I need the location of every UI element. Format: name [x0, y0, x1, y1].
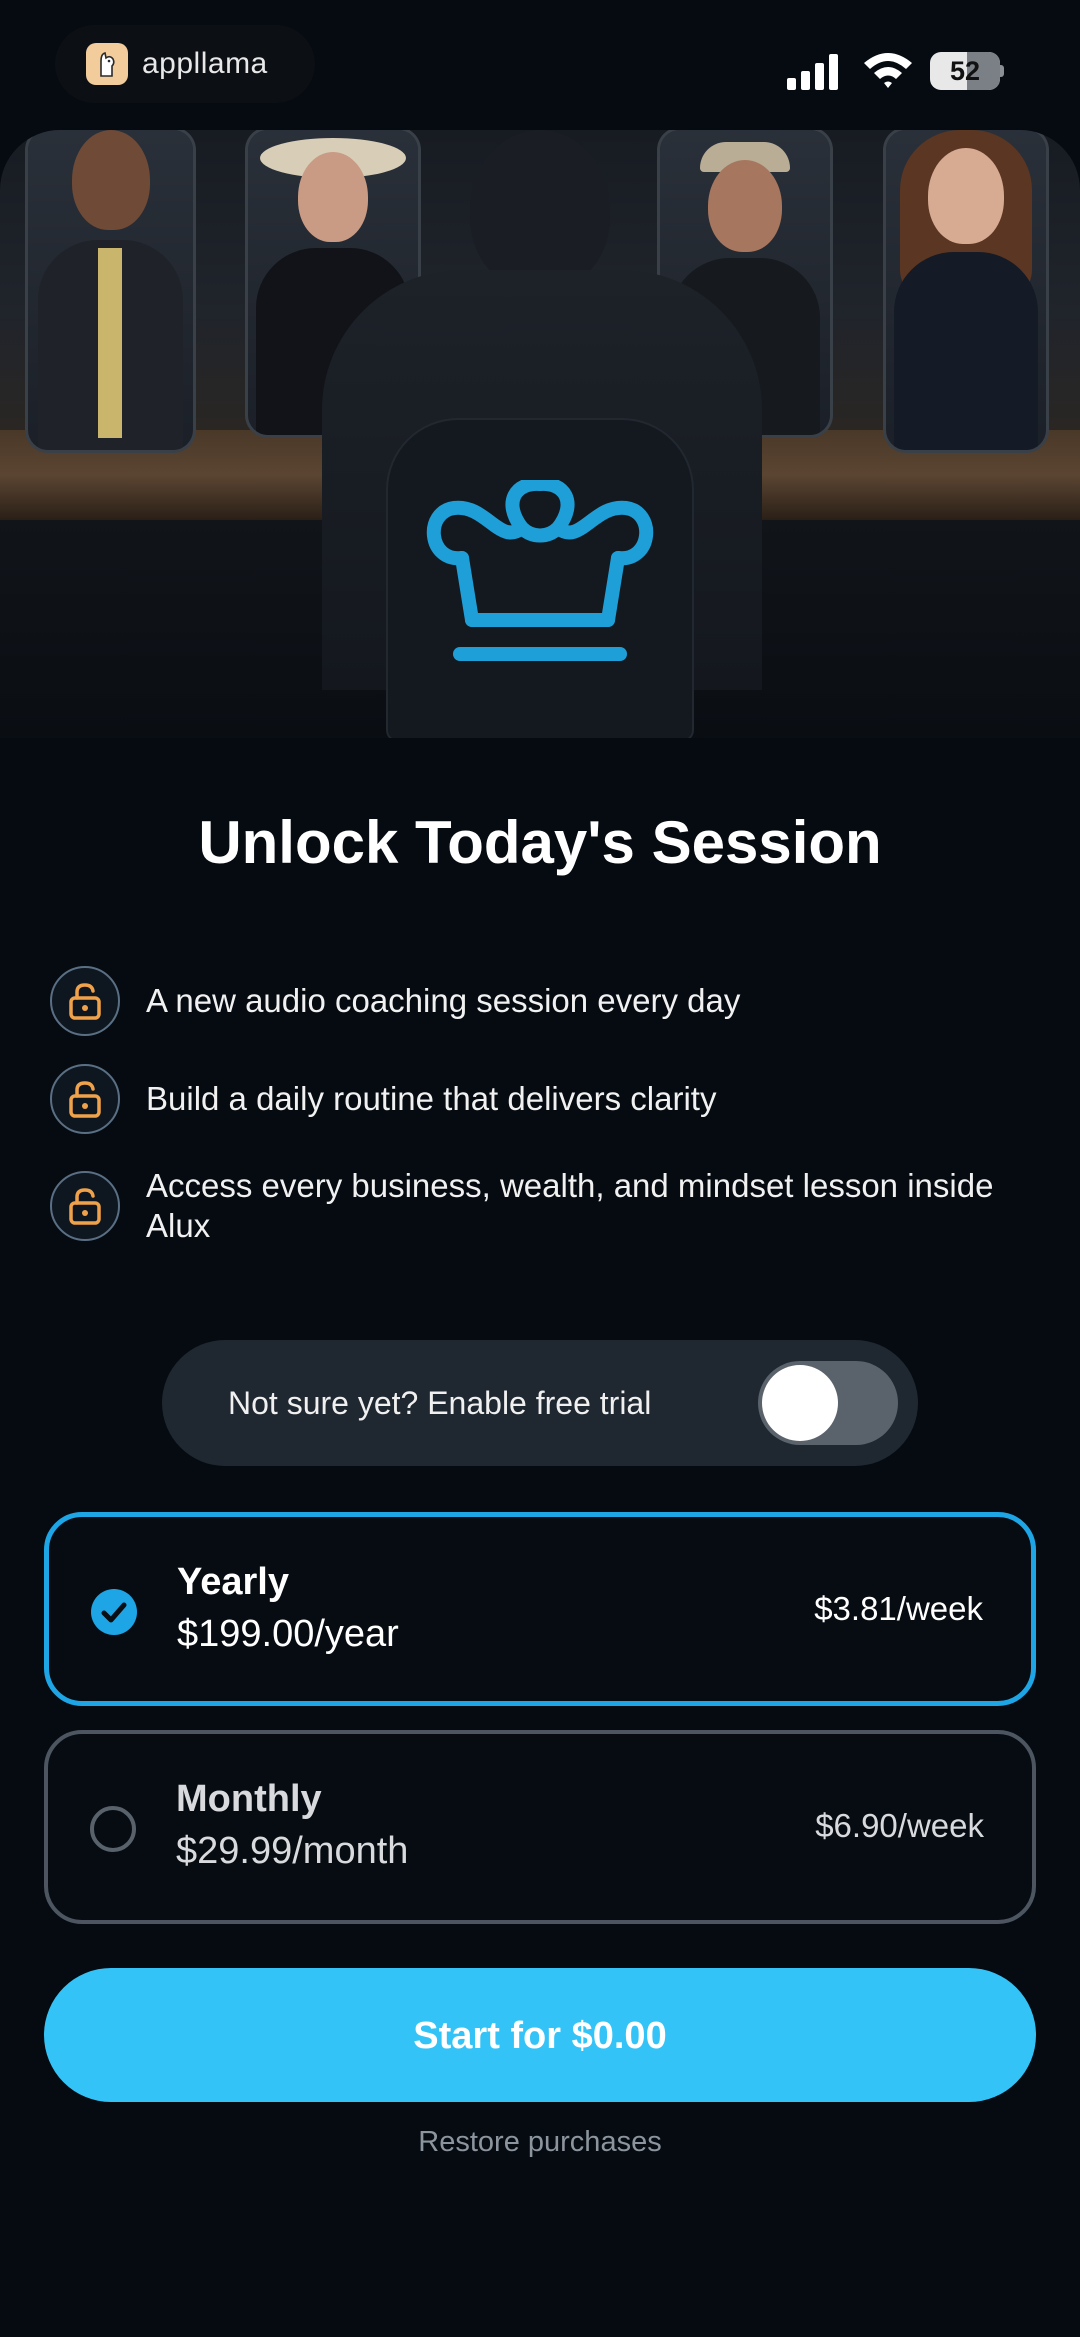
toggle-knob [762, 1365, 838, 1441]
feature-item: Access every business, wealth, and minds… [50, 1166, 1030, 1246]
feature-item: Build a daily routine that delivers clar… [50, 1064, 1030, 1134]
status-bar: appllama 52 [0, 0, 1080, 130]
hero-image [0, 130, 1080, 738]
feature-text: A new audio coaching session every day [146, 982, 741, 1019]
battery-level: 52 [949, 56, 981, 86]
plan-price: $29.99/month [176, 1830, 409, 1872]
start-button[interactable]: Start for $0.00 [44, 1968, 1036, 2102]
plan-option-monthly[interactable]: Monthly $29.99/month $6.90/week [44, 1730, 1036, 1924]
brand-pill: appllama [55, 25, 315, 103]
signal-icon [787, 54, 838, 90]
radio-unselected[interactable] [90, 1806, 136, 1852]
plan-price: $199.00/year [177, 1613, 399, 1655]
app-logo-icon [86, 43, 128, 85]
unlock-icon [50, 966, 120, 1036]
coach-portrait [886, 130, 1046, 450]
feature-text: Access every business, wealth, and minds… [146, 1167, 994, 1244]
coach-portrait [28, 130, 193, 450]
plan-weekly-price: $6.90/week [815, 1807, 984, 1844]
brand-name: appllama [142, 47, 268, 80]
restore-purchases-link[interactable]: Restore purchases [0, 2126, 1080, 2159]
checkmark-icon [101, 1602, 127, 1623]
free-trial-row: Not sure yet? Enable free trial [162, 1340, 918, 1466]
plan-option-yearly[interactable]: Yearly $199.00/year $3.81/week [44, 1512, 1036, 1706]
wifi-icon [864, 53, 912, 88]
feature-text: Build a daily routine that delivers clar… [146, 1080, 717, 1117]
unlock-icon [50, 1171, 120, 1241]
plan-weekly-price: $3.81/week [814, 1590, 983, 1627]
feature-item: A new audio coaching session every day [50, 966, 1030, 1036]
free-trial-label: Not sure yet? Enable free trial [228, 1385, 652, 1421]
crown-icon [426, 480, 654, 661]
radio-selected[interactable] [91, 1589, 137, 1635]
plan-name: Monthly [176, 1778, 322, 1820]
free-trial-toggle[interactable] [758, 1361, 898, 1445]
unlock-icon [50, 1064, 120, 1134]
page-title: Unlock Today's Session [198, 809, 882, 876]
battery-icon: 52 [930, 52, 1004, 90]
plan-name: Yearly [177, 1561, 289, 1603]
